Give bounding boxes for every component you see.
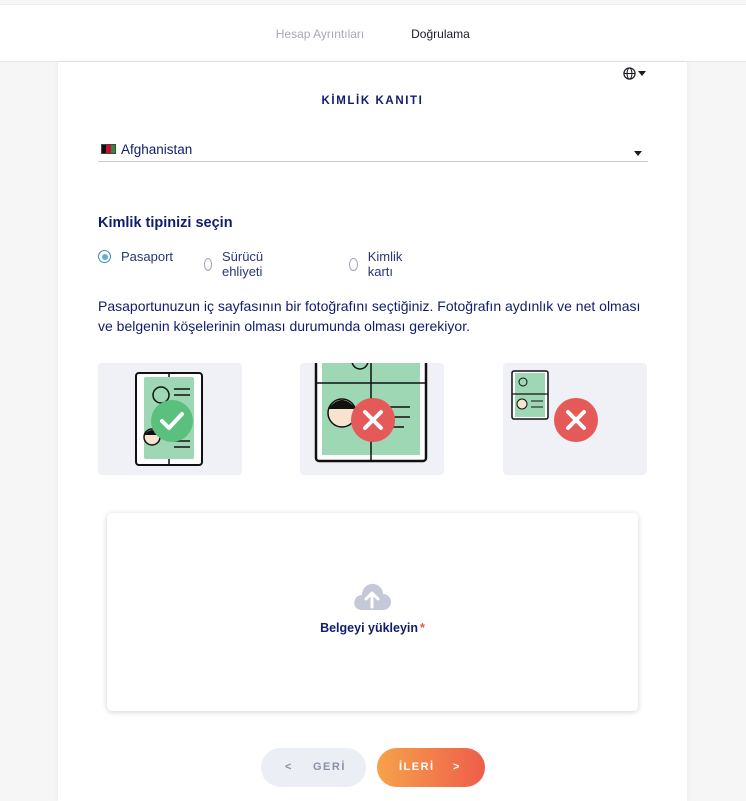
globe-icon: [623, 66, 636, 80]
tab-verification[interactable]: Doğrulama: [388, 5, 493, 64]
id-type-heading: Kimlik tipinizi seçin: [98, 215, 233, 231]
radio-indicator: [349, 257, 358, 271]
afghanistan-flag-icon: [101, 144, 116, 154]
top-navigation: Hesap Ayrıntıları Doğrulama: [0, 4, 746, 64]
chevron-down-icon: [634, 151, 642, 156]
check-circle-icon: [151, 400, 193, 442]
required-marker: *: [420, 621, 425, 635]
radio-indicator: [98, 250, 111, 263]
upload-label: Belgeyi yükleyin *: [107, 621, 638, 635]
radio-driving-license[interactable]: Sürücü ehliyeti: [204, 249, 268, 279]
radio-label: Kimlik kartı: [367, 249, 403, 279]
radio-passport[interactable]: Pasaport: [98, 249, 173, 264]
page-title: KİMLİK KANITI: [321, 95, 424, 107]
document-upload-area[interactable]: Belgeyi yükleyin *: [107, 513, 638, 711]
radio-indicator: [204, 257, 212, 271]
chevron-right-icon: >: [453, 761, 461, 773]
x-circle-icon: [554, 398, 598, 442]
radio-label: Sürücü ehliyeti: [221, 249, 264, 279]
x-circle-icon: [351, 398, 395, 442]
chevron-left-icon: <: [285, 761, 293, 773]
cloud-upload-icon: [354, 583, 391, 610]
back-button-label: GERİ: [313, 761, 346, 773]
tab-account-details[interactable]: Hesap Ayrıntıları: [252, 5, 388, 63]
example-cropped-photo: [300, 363, 444, 475]
verification-card: KİMLİK KANITI Afghanistan Kimlik tipiniz…: [58, 62, 687, 801]
example-too-far-photo: [503, 363, 647, 475]
instructions-text: Pasaportunuzun iç sayfasının bir fotoğra…: [98, 298, 641, 334]
country-select-value: Afghanistan: [121, 142, 193, 157]
next-button-label: İLERİ: [399, 761, 435, 773]
chevron-down-icon: [638, 70, 646, 76]
radio-label: Pasaport: [121, 249, 174, 264]
example-correct-photo: [98, 363, 242, 475]
language-selector[interactable]: [623, 64, 649, 82]
upload-label-text: Belgeyi yükleyin: [320, 621, 419, 635]
radio-id-card[interactable]: Kimlik kartı: [349, 249, 407, 279]
country-select[interactable]: Afghanistan: [98, 141, 648, 162]
back-button[interactable]: < GERİ: [261, 748, 366, 787]
next-button[interactable]: İLERİ >: [377, 748, 485, 787]
